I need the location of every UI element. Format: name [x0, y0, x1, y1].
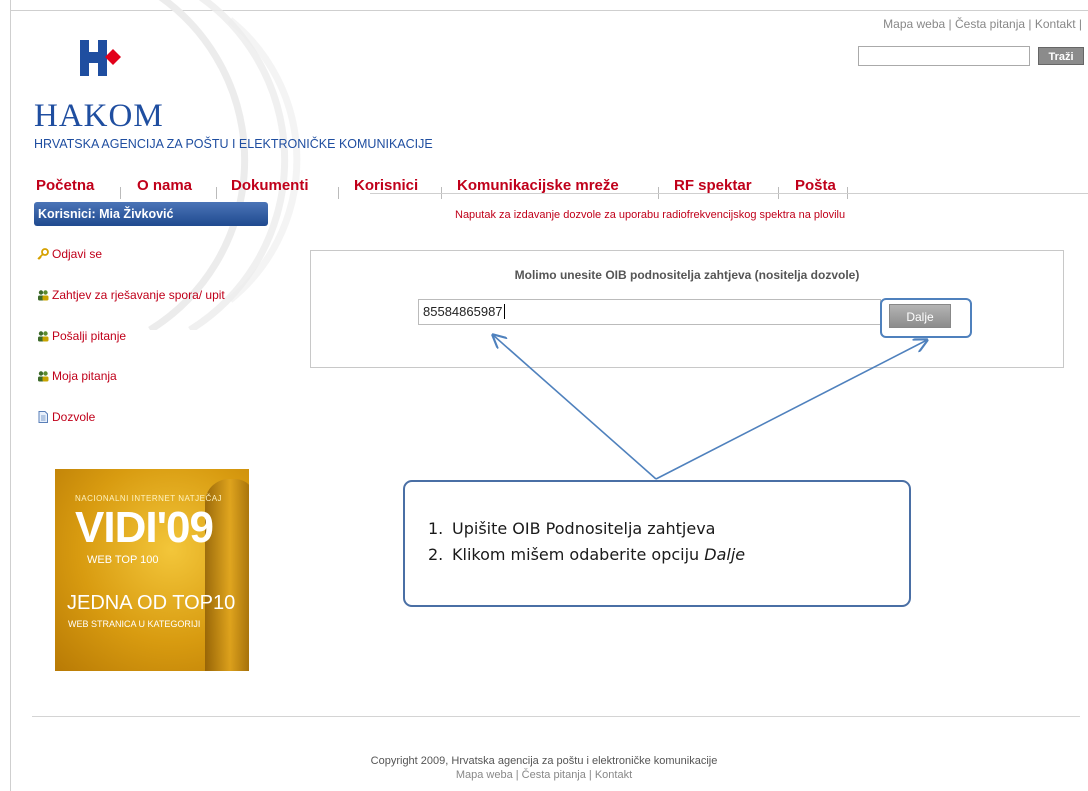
instruction-callout: 1. Upišite OIB Podnositelja zahtjeva 2. Kl…: [403, 480, 911, 607]
footer-divider: [32, 716, 1080, 717]
instruction-item: 2. Klikom mišem odaberite opciju Dalje: [428, 545, 746, 564]
footer-links[interactable]: Mapa weba | Česta pitanja | Kontakt: [0, 769, 1088, 781]
instruction-item: 1. Upišite OIB Podnositelja zahtjeva: [428, 519, 716, 538]
instruction-list: 1. Upišite OIB Podnositelja zahtjeva 2. Kl…: [428, 519, 745, 571]
arrow-to-next-button: [655, 340, 927, 480]
arrow-to-oib-input: [493, 335, 657, 480]
footer-copyright: Copyright 2009, Hrvatska agencija za poš…: [370, 755, 718, 767]
annotation-arrows: [0, 0, 1088, 480]
